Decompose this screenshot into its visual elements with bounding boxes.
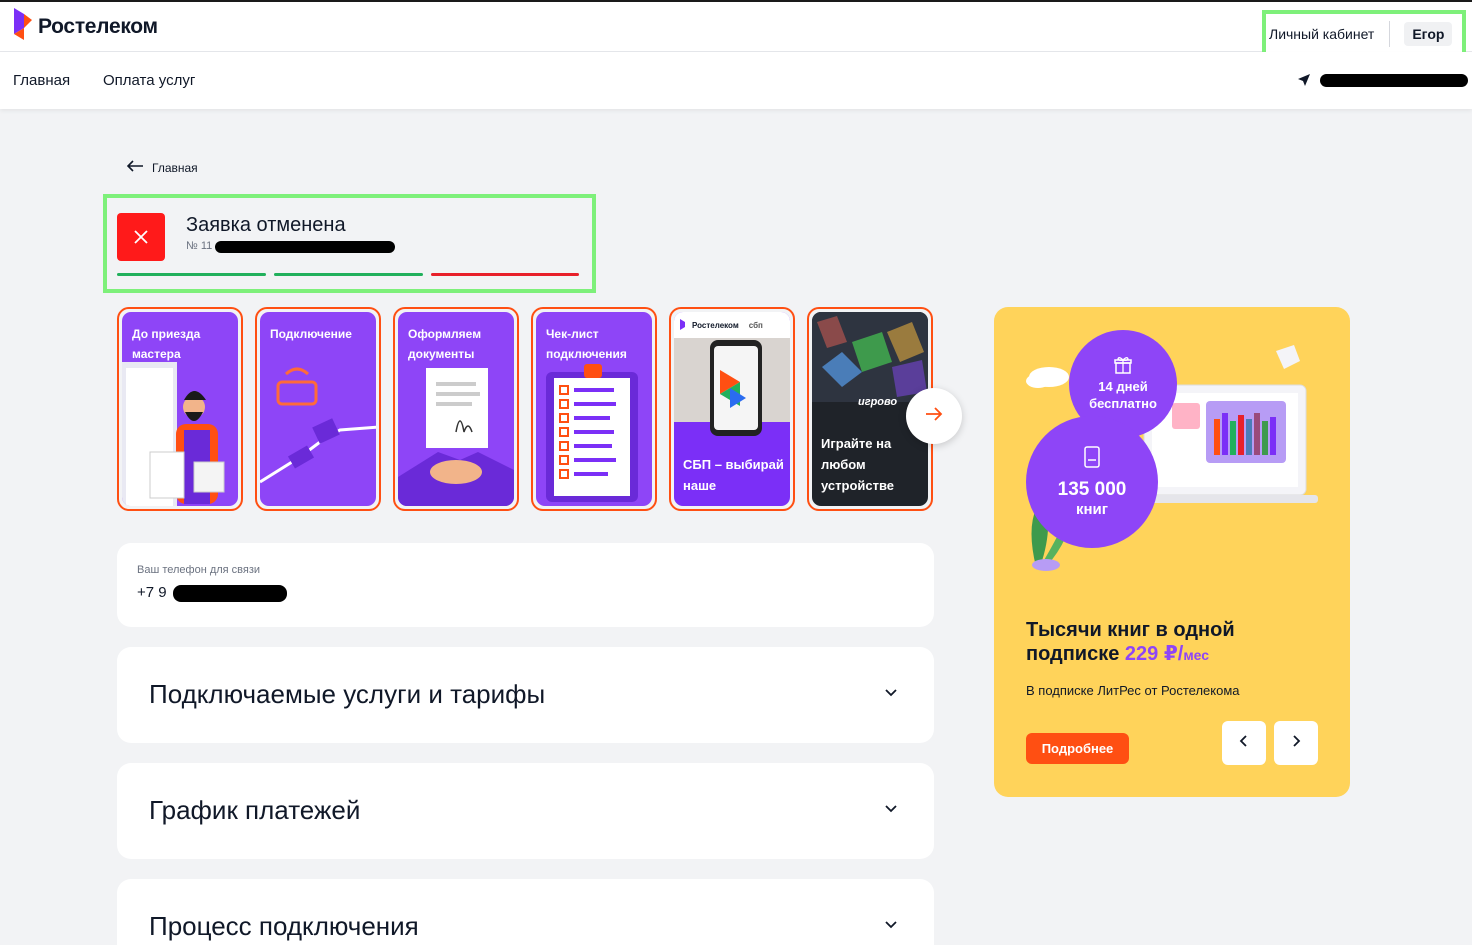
games-banner-text: игрово (858, 396, 898, 408)
order-number-redacted (215, 241, 395, 253)
chevron-down-icon (884, 917, 898, 935)
books-unit: книг (1075, 501, 1109, 518)
chevron-down-icon (884, 685, 898, 703)
breadcrumb-label: Главная (152, 160, 198, 175)
promo-heading-line2: подписке (1026, 643, 1120, 665)
location-arrow-icon[interactable] (1297, 73, 1311, 92)
top-bar: Ростелеком Личный кабинет Егор (0, 0, 1472, 58)
router-cable-illustration (260, 367, 376, 484)
accordion-title: График платежей (149, 795, 361, 825)
promo-subtitle: В подписке ЛитРес от Ростелекома (1026, 683, 1240, 698)
story-content: До приезда мастера (122, 312, 238, 506)
technician-illustration (122, 362, 225, 506)
logo-mark-icon (12, 6, 34, 42)
phone-value: +7 9 (137, 584, 167, 601)
story-title: Играйте на любом устройстве (821, 436, 895, 493)
story-content: Чек-лист подключения (536, 312, 652, 506)
promo-heading-line1: Тысячи книг в одной (1026, 619, 1235, 641)
story-content: Оформляем документы (398, 312, 514, 506)
chevron-left-icon (1239, 734, 1249, 753)
chevron-down-icon (884, 801, 898, 819)
status-title: Заявка отменена (186, 214, 346, 236)
account-link[interactable]: Личный кабинет (1266, 26, 1374, 42)
promo-price: 229 ₽/мес (1125, 643, 1209, 665)
divider (1389, 21, 1391, 47)
location-redacted (1320, 74, 1468, 87)
story-card[interactable]: Оформляем документы (393, 307, 519, 511)
books-count-bubble: 135 000 книг (1026, 416, 1158, 548)
story-content: Ростелеком сбп СБП – выбирай наше (674, 312, 790, 506)
accordion-title: Подключаемые услуги и тарифы (149, 679, 546, 709)
nav-bar: Главная Оплата услуг (0, 52, 1472, 109)
contact-phone-card: Ваш телефон для связи +7 9 (117, 543, 934, 627)
user-name-button[interactable]: Егор (1404, 22, 1453, 46)
phone-redacted (173, 585, 287, 602)
chevron-right-icon (1291, 734, 1301, 753)
story-content: Подключение (260, 312, 376, 506)
story-card[interactable]: До приезда мастера (117, 307, 243, 511)
story-title: СБП – выбирай наше (683, 457, 784, 493)
progress-step-2 (274, 273, 423, 276)
order-status-card: Заявка отменена № 11 (103, 194, 596, 293)
accordion-title: Процесс подключения (149, 911, 419, 941)
account-area: Личный кабинет Егор (1262, 10, 1466, 58)
logo-text: Ростелеком (38, 15, 158, 38)
nav-item-payment[interactable]: Оплата услуг (103, 72, 195, 89)
cancel-icon (117, 213, 165, 261)
accordion-services[interactable]: Подключаемые услуги и тарифы (117, 647, 934, 743)
nav-item-main[interactable]: Главная (13, 72, 70, 89)
promo-heading: Тысячи книг в одной подписке 229 ₽/мес (1026, 618, 1235, 667)
promo-price-unit: мес (1183, 647, 1210, 663)
litres-promo-banner: 14 дней бесплатно 135 000 книг Тысячи кн… (994, 307, 1350, 797)
arrow-right-icon (925, 406, 943, 426)
checklist-illustration (546, 364, 638, 502)
arrow-left-icon (126, 160, 144, 175)
order-number: № 11 (186, 240, 213, 252)
rostelecom-logo[interactable]: Ростелеком (12, 6, 158, 42)
accordion-process[interactable]: Процесс подключения (117, 879, 934, 945)
stories-next-button[interactable] (906, 388, 962, 444)
books-count: 135 000 (1057, 479, 1127, 500)
accordion-payments[interactable]: График платежей (117, 763, 934, 859)
progress-step-1 (117, 273, 266, 276)
gift-icon (1114, 356, 1132, 378)
trial-text: 14 дней бесплатно (1089, 379, 1157, 411)
book-icon (1083, 446, 1101, 473)
promo-more-button[interactable]: Подробнее (1026, 733, 1129, 764)
phone-label: Ваш телефон для связи (137, 564, 261, 576)
story-card[interactable]: Подключение (255, 307, 381, 511)
documents-illustration (398, 368, 514, 506)
breadcrumb-back[interactable]: Главная (126, 160, 198, 175)
promo-price-value: 229 ₽/ (1124, 643, 1184, 665)
promo-next-button[interactable] (1274, 721, 1318, 765)
progress-step-3 (431, 273, 579, 276)
promo-prev-button[interactable] (1222, 721, 1266, 765)
story-card[interactable]: Ростелеком сбп СБП – выбирай наше (669, 307, 795, 511)
story-card[interactable]: Чек-лист подключения (531, 307, 657, 511)
